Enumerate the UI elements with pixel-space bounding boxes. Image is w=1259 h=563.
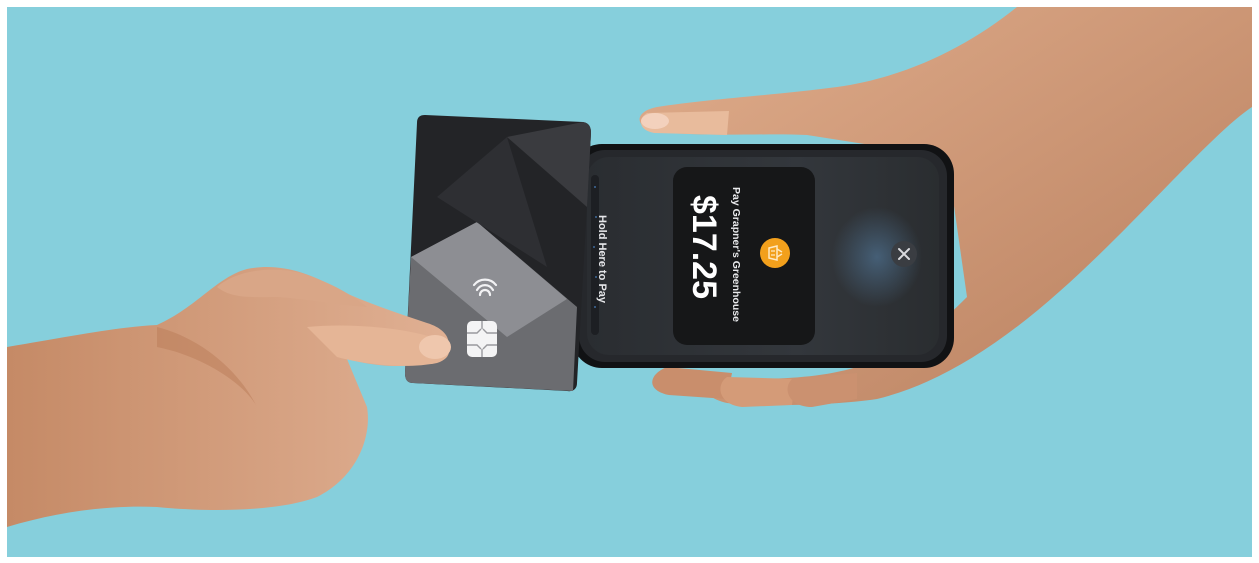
payment-amount: $17.25: [685, 195, 723, 299]
photo-scene: Hold Here to Pay Pay Grapner's Greenhous…: [7, 7, 1252, 557]
hold-here-prompt: Hold Here to Pay: [596, 215, 608, 304]
merchant-badge: [760, 238, 790, 268]
phone: Hold Here to Pay Pay Grapner's Greenhous…: [572, 144, 954, 368]
close-button[interactable]: [891, 241, 917, 267]
merchant-line: Pay Grapner's Greenhouse: [730, 187, 742, 322]
chip-icon: [467, 321, 497, 357]
